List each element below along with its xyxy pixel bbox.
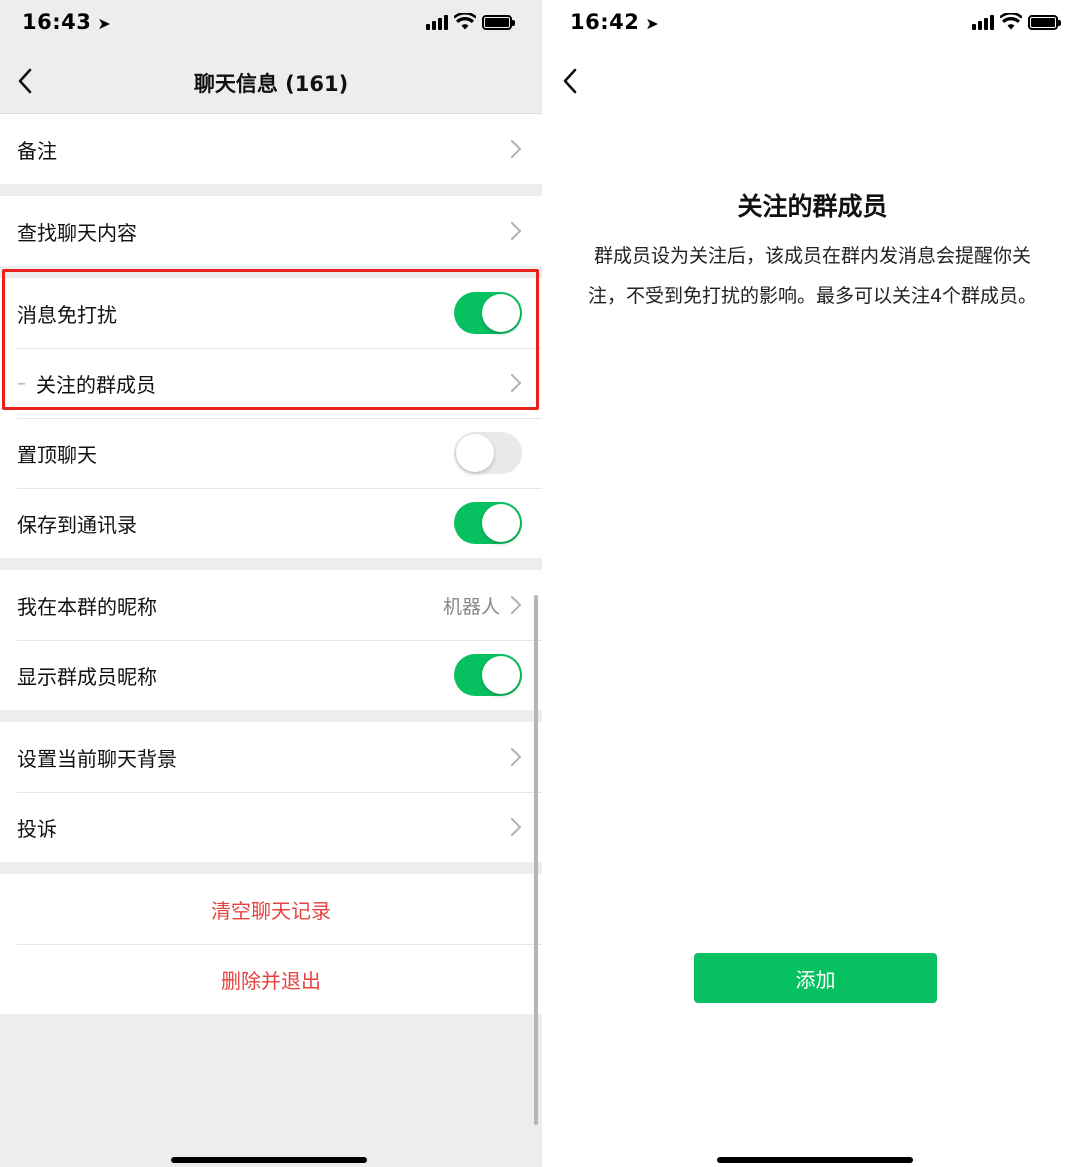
scrollbar[interactable]: [534, 595, 538, 1125]
settings-group-danger: 清空聊天记录 删除并退出: [0, 874, 542, 1014]
nickname-label: 我在本群的昵称: [17, 594, 157, 619]
wifi-icon: [1000, 13, 1022, 30]
status-bar: 16:43 ➤: [0, 0, 542, 48]
save-contacts-label: 保存到通讯录: [17, 512, 137, 537]
signal-icon: [426, 15, 448, 30]
search-history-label: 查找聊天内容: [17, 220, 137, 245]
wifi-icon: [454, 13, 476, 30]
chevron-right-icon: [511, 748, 522, 766]
settings-group-remark: 备注: [0, 114, 542, 184]
focus-members-description: 群成员设为关注后，该成员在群内发消息会提醒你关注，不受到免打扰的影响。最多可以关…: [587, 245, 1038, 307]
battery-icon: [482, 15, 515, 30]
sticky-toggle[interactable]: [454, 432, 522, 474]
page-title: 聊天信息 (161): [193, 72, 349, 96]
chevron-right-icon: [511, 374, 522, 392]
save-contacts-toggle[interactable]: [454, 502, 522, 544]
status-time: 16:43 ➤: [22, 10, 112, 34]
add-button[interactable]: 添加: [694, 953, 937, 1003]
location-arrow-icon: ➤: [97, 14, 112, 33]
show-nicknames-label: 显示群成员昵称: [17, 664, 157, 689]
complaint-label: 投诉: [17, 816, 57, 841]
system-icons: [426, 13, 515, 30]
location-arrow-icon: ➤: [645, 14, 660, 33]
save-contacts-row: 保存到通讯录: [0, 488, 542, 558]
delete-exit-button[interactable]: 删除并退出: [0, 944, 542, 1014]
mute-toggle[interactable]: [454, 292, 522, 334]
battery-icon: [1028, 15, 1061, 30]
chevron-right-icon: [511, 596, 522, 614]
status-time: 16:42 ➤: [570, 10, 660, 34]
focus-members-screen: 16:42 ➤ 关注的群成员 群成员设为关注后，该成员在群内发消息会提醒你关注，不…: [545, 0, 1080, 1167]
nickname-row[interactable]: 我在本群的昵称 机器人: [0, 570, 542, 640]
settings-group-nickname: 我在本群的昵称 机器人 显示群成员昵称: [0, 570, 542, 710]
status-bar: 16:42 ➤: [545, 0, 1080, 48]
signal-icon: [972, 15, 994, 30]
back-chevron-icon[interactable]: [559, 66, 583, 96]
show-nicknames-toggle[interactable]: [454, 654, 522, 696]
nav-bar: [545, 48, 1080, 114]
system-icons: [972, 13, 1061, 30]
complaint-row[interactable]: 投诉: [0, 792, 542, 862]
clear-history-button[interactable]: 清空聊天记录: [0, 874, 542, 944]
show-nicknames-row: 显示群成员昵称: [0, 640, 542, 710]
remark-row[interactable]: 备注: [0, 114, 542, 184]
focus-members-label: 关注的群成员: [36, 372, 156, 397]
mute-row: 消息免打扰: [0, 278, 542, 348]
nickname-value: 机器人: [442, 595, 500, 618]
background-row[interactable]: 设置当前聊天背景: [0, 722, 542, 792]
sub-item-dash: –: [17, 372, 26, 394]
sticky-label: 置顶聊天: [17, 442, 97, 467]
settings-group-search: 查找聊天内容: [0, 196, 542, 266]
focus-members-row[interactable]: – 关注的群成员: [0, 348, 542, 418]
focus-members-heading: 关注的群成员: [737, 192, 888, 221]
mute-label: 消息免打扰: [17, 302, 117, 327]
search-history-row[interactable]: 查找聊天内容: [0, 196, 542, 266]
settings-group-toggles: 消息免打扰 – 关注的群成员 置顶聊天 保存到通讯录: [0, 278, 542, 558]
remark-label: 备注: [17, 138, 57, 163]
nav-bar: 聊天信息 (161): [0, 48, 542, 114]
chevron-right-icon: [511, 818, 522, 836]
settings-list: 备注 查找聊天内容 消息免打扰 – 关注的群成员 置顶聊天 保存到通讯录 我在本…: [0, 114, 542, 1014]
home-indicator: [171, 1157, 367, 1163]
background-label: 设置当前聊天背景: [17, 746, 177, 771]
chat-info-screen: 16:43 ➤ 聊天信息 (161) 备注 查找聊天内容 消息免打扰 – 关注的…: [0, 0, 542, 1167]
home-indicator: [717, 1157, 913, 1163]
chevron-right-icon: [511, 222, 522, 240]
sticky-row: 置顶聊天: [0, 418, 542, 488]
chevron-right-icon: [511, 140, 522, 158]
settings-group-background: 设置当前聊天背景 投诉: [0, 722, 542, 862]
